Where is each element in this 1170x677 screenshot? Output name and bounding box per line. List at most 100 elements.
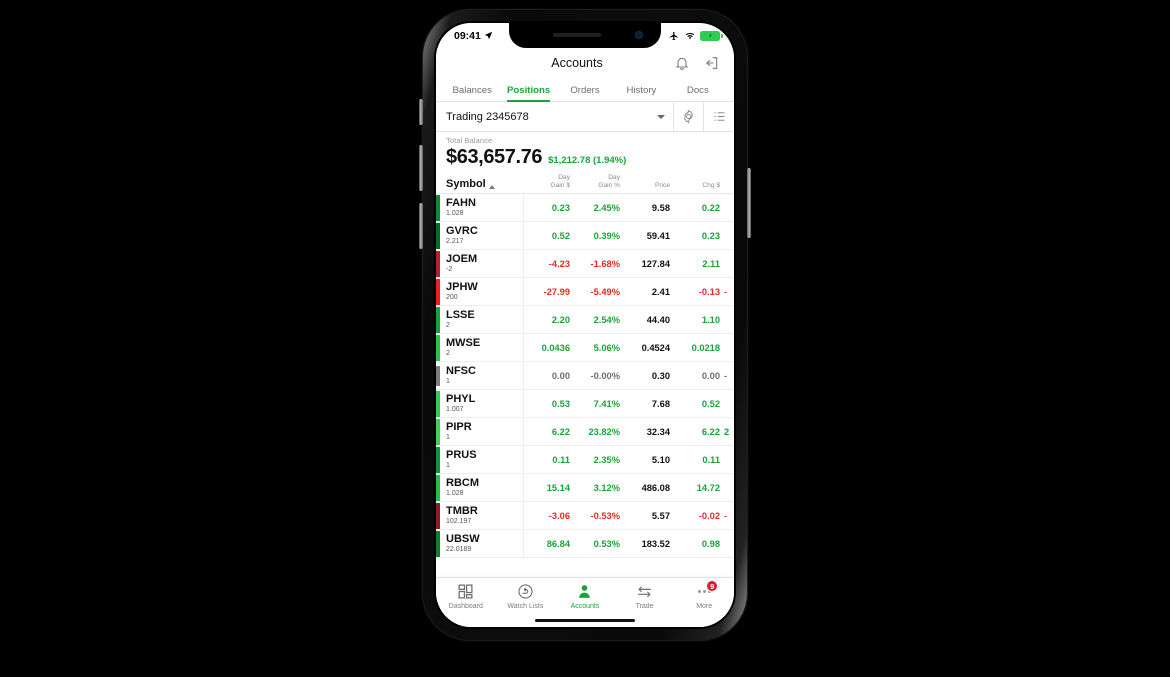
tab-docs[interactable]: Docs	[670, 85, 726, 101]
table-row[interactable]: GVRC 2.217 0.52 0.39% 59.41 0.23	[436, 222, 734, 251]
column-header-chg-dollar-label: Chg $	[702, 182, 720, 190]
cell-symbol: UBSW 22.0189	[440, 530, 524, 558]
bell-icon[interactable]	[674, 55, 690, 71]
front-camera-icon	[635, 31, 643, 39]
tab-history-label: History	[626, 85, 657, 96]
cell-day-gain-dollar: -27.99	[543, 286, 570, 297]
charging-bolt-icon	[708, 33, 712, 38]
positions-scroll-area[interactable]: FAHN 1.028 0.23 2.45% 9.58 0.22 GVRC 2.217 0.52 0…	[436, 194, 734, 567]
nav-label-trade: Trade	[635, 603, 654, 610]
symbol-quantity: 1	[446, 378, 450, 386]
cell-day-gain-dollar: 0.0436	[541, 342, 570, 353]
nav-label-accounts: Accounts	[570, 603, 600, 610]
cell-chg-dollar: 0.22	[701, 202, 720, 213]
tab-orders[interactable]: Orders	[557, 85, 613, 101]
table-row[interactable]: TMBR 102.197 -3.06 -0.53% 5.57 -0.02-	[436, 502, 734, 531]
list-view-button[interactable]	[704, 102, 734, 131]
table-row[interactable]: JPHW 200 -27.99 -5.49% 2.41 -0.13-	[436, 278, 734, 307]
settings-button[interactable]	[674, 102, 704, 131]
column-header-day-gain-percent[interactable]: Day Gain %	[574, 174, 624, 190]
power-button[interactable]	[747, 168, 751, 238]
positions-table-body: FAHN 1.028 0.23 2.45% 9.58 0.22 GVRC 2.217 0.52 0…	[436, 194, 734, 559]
table-row[interactable]: PRUS 1 0.11 2.35% 5.10 0.11	[436, 446, 734, 475]
cell-day-gain-percent: 23.82%	[588, 426, 620, 437]
chevron-down-icon	[657, 114, 665, 119]
cell-symbol: JOEM -2	[440, 250, 524, 278]
total-balance-amount: $63,657.76	[446, 146, 543, 168]
cell-day-gain-dollar: 0.11	[552, 454, 570, 465]
phone-frame: 09:41 Accounts Balances Positions Orders…	[423, 10, 747, 640]
symbol-quantity: 2	[446, 322, 450, 330]
tab-positions[interactable]: Positions	[500, 85, 556, 102]
cell-price: 32.34	[646, 426, 670, 437]
page-title: Accounts	[551, 56, 603, 70]
app-header-actions	[674, 55, 724, 71]
column-header-day-gain-percent-bottom: Gain %	[598, 182, 620, 190]
status-bar-right	[668, 30, 723, 41]
status-bar-left: 09:41	[454, 30, 493, 42]
logout-icon[interactable]	[704, 55, 720, 71]
column-header-price[interactable]: Price	[624, 182, 674, 190]
nav-item-more[interactable]: 9 More	[674, 580, 734, 610]
symbol-quantity: 1.028	[446, 210, 464, 218]
nav-item-trade[interactable]: Trade	[615, 583, 675, 610]
tab-history[interactable]: History	[613, 85, 669, 101]
cell-price: 2.41	[651, 286, 670, 297]
table-row[interactable]: PIPR 1 6.22 23.82% 32.34 6.22 2	[436, 418, 734, 447]
cell-symbol: GVRC 2.217	[440, 222, 524, 250]
status-bar-time: 09:41	[454, 29, 481, 42]
cell-chg-dollar: 0.00	[701, 370, 720, 381]
cell-day-gain-percent: -0.53%	[590, 510, 620, 521]
cell-day-gain-percent: 0.39%	[593, 230, 620, 241]
cell-day-gain-percent: 2.35%	[593, 454, 620, 465]
cell-symbol: MWSE 2	[440, 334, 524, 362]
tab-balances[interactable]: Balances	[444, 85, 500, 101]
app-header: Accounts	[436, 48, 734, 78]
table-row[interactable]: LSSE 2 2.20 2.54% 44.40 1.10	[436, 306, 734, 335]
nav-label-watch-lists: Watch Lists	[507, 603, 544, 610]
cell-overflow-next-column: -	[724, 370, 728, 381]
cell-overflow-next-column	[724, 306, 734, 333]
cell-chg-dollar: 0.52	[701, 398, 720, 409]
table-row[interactable]: NFSC 1 0.00 -0.00% 0.30 0.00-	[436, 362, 734, 391]
cell-overflow-next-column: -	[724, 510, 728, 521]
earpiece-speaker	[553, 33, 601, 37]
phone-screen: 09:41 Accounts Balances Positions Orders…	[436, 23, 734, 627]
column-header-symbol[interactable]: Symbol	[436, 178, 524, 191]
table-row[interactable]: UBSW 22.0189 86.84 0.53% 183.52 0.98	[436, 530, 734, 559]
table-row[interactable]: MWSE 2 0.0436 5.06% 0.4524 0.0218	[436, 334, 734, 363]
nav-item-watch-lists[interactable]: Watch Lists	[496, 583, 556, 610]
table-row[interactable]: PHYL 1.007 0.53 7.41% 7.68 0.52	[436, 390, 734, 419]
list-view-icon	[714, 112, 724, 121]
cell-day-gain-percent: 3.12%	[593, 482, 620, 493]
gear-icon	[683, 109, 694, 124]
account-name: Trading 2345678	[446, 110, 529, 123]
cell-price: 7.68	[651, 398, 670, 409]
column-header-day-gain-dollar[interactable]: Day Gain $	[524, 174, 574, 190]
tab-orders-label: Orders	[570, 85, 600, 96]
table-row[interactable]: RBCM 1.028 15.14 3.12% 486.08 14.72	[436, 474, 734, 503]
cell-overflow-next-column	[724, 390, 734, 417]
nav-item-dashboard[interactable]: Dashboard	[436, 583, 496, 610]
cell-price: 0.4524	[641, 342, 670, 353]
table-row[interactable]: FAHN 1.028 0.23 2.45% 9.58 0.22	[436, 194, 734, 223]
total-balance-section: Total Balance $63,657.76 $1,212.78 (1.94…	[436, 132, 734, 171]
symbol-ticker: GVRC	[446, 224, 478, 237]
cell-day-gain-dollar: 2.20	[551, 314, 570, 325]
symbol-ticker: NFSC	[446, 364, 476, 377]
symbol-ticker: LSSE	[446, 308, 475, 321]
account-dropdown[interactable]: Trading 2345678	[436, 102, 674, 131]
positions-table-header: Symbol Day Gain $ Day Gain % Price Chg $	[436, 171, 734, 195]
symbol-ticker: UBSW	[446, 532, 480, 545]
cell-overflow-next-column	[724, 474, 734, 501]
wifi-icon	[685, 32, 695, 39]
tab-positions-label: Positions	[507, 85, 551, 96]
column-header-chg-dollar[interactable]: Chg $	[674, 182, 724, 190]
symbol-ticker: JPHW	[446, 280, 478, 293]
table-row[interactable]: JOEM -2 -4.23 -1.68% 127.84 2.11	[436, 250, 734, 279]
home-indicator[interactable]	[535, 618, 635, 622]
cell-overflow-next-column	[724, 250, 734, 277]
cell-symbol: LSSE 2	[440, 306, 524, 334]
cell-price: 44.40	[646, 314, 670, 325]
nav-item-accounts[interactable]: Accounts	[555, 583, 615, 610]
